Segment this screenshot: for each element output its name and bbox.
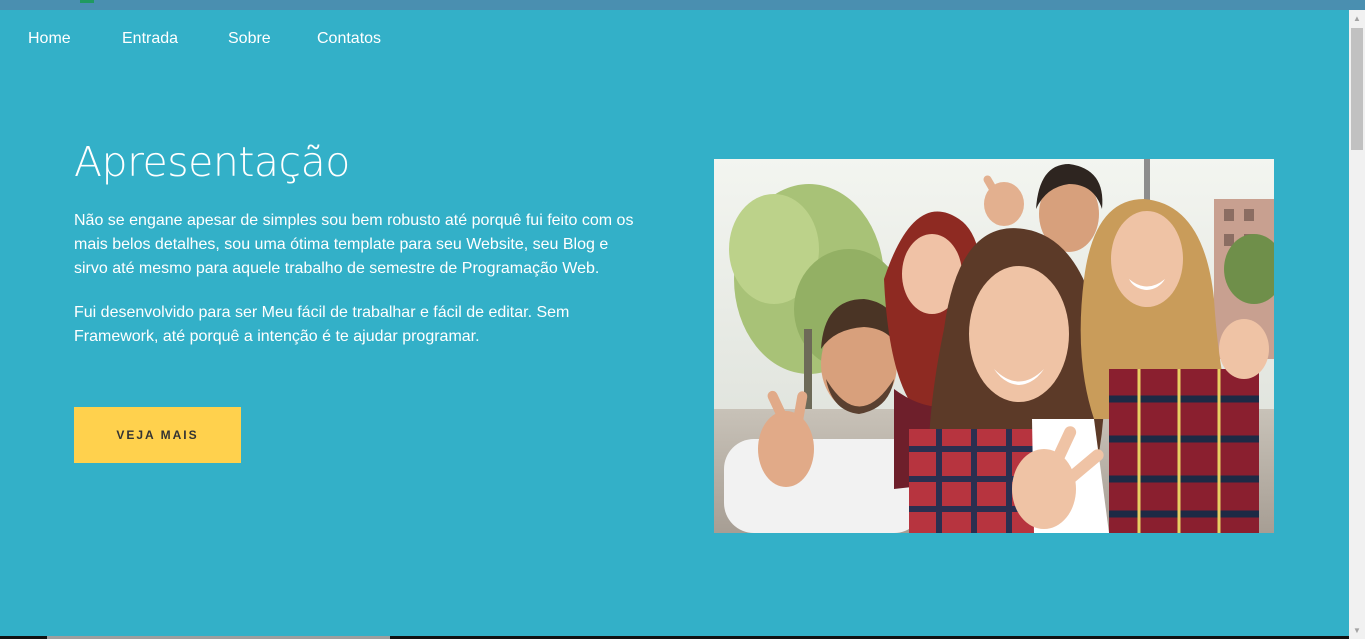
nav-item-sobre[interactable]: Sobre	[228, 30, 317, 48]
nav-item-entrada[interactable]: Entrada	[122, 30, 228, 48]
veja-mais-button[interactable]: VEJA MAIS	[74, 407, 241, 463]
nav-item-home[interactable]: Home	[28, 30, 122, 48]
scroll-thumb[interactable]	[1351, 28, 1363, 150]
second-paragraph: Fui desenvolvido para ser Meu fácil de t…	[74, 304, 570, 345]
page: Home Entrada Sobre Contatos Apresentação…	[0, 10, 1349, 636]
main-nav: Home Entrada Sobre Contatos	[28, 30, 407, 48]
scroll-up-arrow-icon[interactable]: ▲	[1349, 10, 1365, 26]
vertical-scrollbar[interactable]: ▲ ▼	[1349, 10, 1365, 639]
group-selfie-image	[714, 159, 1274, 533]
intro-paragraph: Não se engane apesar de simples sou bem …	[74, 212, 634, 277]
browser-top-bar	[0, 0, 1365, 10]
hero-photo	[714, 159, 1274, 533]
page-title: Apresentação	[74, 138, 350, 186]
nav-item-contatos[interactable]: Contatos	[317, 30, 407, 48]
top-bar-mark	[80, 0, 94, 3]
scroll-down-arrow-icon[interactable]: ▼	[1349, 623, 1365, 639]
